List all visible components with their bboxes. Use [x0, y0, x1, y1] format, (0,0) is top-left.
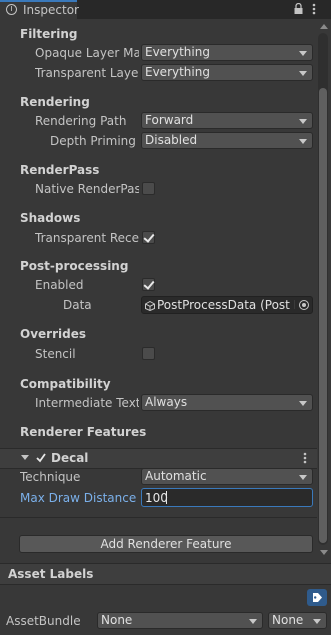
decal-enabled-checkbox[interactable] [35, 452, 47, 464]
opaque-layer-mask-dropdown[interactable]: Everything [141, 44, 313, 61]
assetbundle-variant-dropdown[interactable]: None [268, 612, 327, 629]
technique-label: Technique [20, 470, 81, 484]
pp-data-label: Data [63, 298, 92, 312]
intermediate-texture-value: Always [145, 395, 188, 409]
chevron-down-icon [313, 619, 321, 624]
more-options-icon[interactable] [311, 2, 317, 16]
intermediate-texture-dropdown[interactable]: Always [141, 394, 313, 411]
intermediate-texture-label: Intermediate Textu [35, 396, 139, 410]
pp-data-value: PostProcessData (Post P [157, 298, 295, 312]
section-rendering: Rendering [20, 95, 90, 109]
transparent-receive-label: Transparent Recei [35, 231, 139, 245]
add-renderer-feature-label: Add Renderer Feature [100, 537, 232, 551]
max-draw-distance-input[interactable]: 100 [141, 488, 313, 507]
info-icon: i [6, 4, 17, 15]
section-renderer-features: Renderer Features [20, 425, 147, 439]
asset-labels-bar[interactable]: Asset Labels [0, 564, 331, 585]
more-options-icon[interactable] [302, 451, 308, 465]
decal-title: Decal [51, 451, 89, 465]
rendering-path-label: Rendering Path [35, 114, 127, 128]
stencil-checkbox[interactable] [142, 347, 155, 360]
assetbundle-dropdown[interactable]: None [97, 612, 263, 629]
transparent-layer-value: Everything [145, 65, 210, 79]
opaque-layer-mask-label: Opaque Layer Mas [35, 46, 139, 60]
section-renderpass: RenderPass [20, 163, 100, 177]
scroll-up-arrow-icon[interactable] [320, 24, 328, 29]
native-renderpass-checkbox[interactable] [142, 182, 155, 195]
assetbundle-label: AssetBundle [6, 614, 81, 628]
rendering-path-value: Forward [145, 113, 194, 127]
chevron-down-icon [249, 619, 257, 624]
scroll-down-arrow-icon[interactable] [320, 550, 328, 555]
rendering-path-dropdown[interactable]: Forward [141, 112, 313, 129]
scriptable-object-icon [145, 300, 155, 312]
feature-divider [0, 517, 317, 518]
asset-label-tag-button[interactable] [307, 589, 327, 606]
assetbundle-value: None [101, 613, 133, 627]
chevron-down-icon [299, 475, 307, 480]
section-shadows: Shadows [20, 211, 81, 225]
text-cursor [166, 491, 167, 504]
depth-priming-dropdown[interactable]: Disabled [141, 132, 313, 149]
inspector-tab-title: Inspector [23, 3, 79, 17]
depth-priming-label: Depth Priming M [50, 134, 139, 148]
opaque-layer-mask-value: Everything [145, 45, 210, 59]
section-compatibility: Compatibility [20, 377, 111, 391]
inspector-tab[interactable]: i Inspector [0, 0, 79, 20]
scrollbar-thumb[interactable] [319, 88, 327, 543]
asset-labels-title: Asset Labels [8, 567, 94, 581]
chevron-down-icon [299, 139, 307, 144]
chevron-down-icon [299, 119, 307, 124]
tag-icon [313, 593, 322, 602]
assetbundle-variant-value: None [272, 613, 304, 627]
lock-icon[interactable] [294, 2, 303, 15]
stencil-label: Stencil [35, 347, 76, 361]
depth-priming-value: Disabled [145, 133, 198, 147]
technique-dropdown[interactable]: Automatic [141, 468, 313, 485]
transparent-receive-checkbox[interactable] [142, 231, 155, 244]
transparent-layer-label: Transparent Layer [35, 66, 139, 80]
section-filtering: Filtering [20, 27, 78, 41]
technique-value: Automatic [145, 469, 207, 483]
max-draw-distance-value: 100 [145, 491, 168, 505]
chevron-down-icon [299, 71, 307, 76]
object-picker-icon[interactable] [299, 300, 309, 310]
max-draw-distance-label: Max Draw Distance [20, 491, 137, 505]
add-renderer-feature-button[interactable]: Add Renderer Feature [19, 535, 313, 553]
pp-enabled-checkbox[interactable] [142, 278, 155, 291]
native-renderpass-label: Native RenderPass [35, 182, 139, 196]
transparent-layer-dropdown[interactable]: Everything [141, 64, 313, 81]
pp-data-object-field[interactable]: PostProcessData (Post P [141, 296, 313, 314]
decal-header[interactable]: Decal [0, 448, 317, 469]
section-postprocessing: Post-processing [20, 259, 129, 273]
section-overrides: Overrides [20, 327, 86, 341]
chevron-down-icon [299, 401, 307, 406]
pp-enabled-label: Enabled [35, 278, 84, 292]
chevron-down-icon [299, 51, 307, 56]
foldout-arrow-icon[interactable] [21, 455, 29, 460]
